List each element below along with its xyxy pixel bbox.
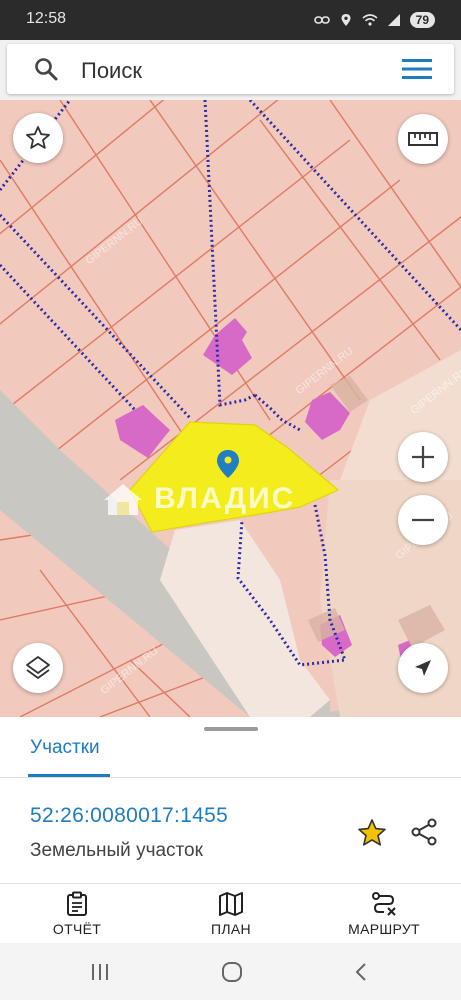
menu-icon[interactable]	[402, 58, 432, 80]
search-icon	[35, 58, 58, 81]
status-bar: 12:58 79	[0, 0, 461, 40]
zoom-in-button[interactable]	[398, 432, 448, 482]
parcel-cadastral-number[interactable]: 52:26:0080017:1455	[30, 804, 228, 828]
navigation-arrow-icon	[415, 660, 431, 676]
zoom-out-button[interactable]	[398, 495, 448, 545]
search-area: Поиск	[0, 40, 461, 100]
map-icon	[219, 892, 243, 916]
sheet-drag-handle[interactable]	[204, 727, 258, 731]
divider	[0, 777, 461, 778]
divider	[0, 883, 461, 884]
signal-icon	[387, 14, 400, 26]
status-icons: 79	[313, 9, 435, 31]
cadastral-map[interactable]: GIPERNN.RU GIPERNN.RU GIPERNN.RU GIPERNN…	[0, 100, 461, 717]
search-input[interactable]: Поиск	[7, 44, 454, 94]
ruler-icon	[408, 132, 438, 146]
building	[115, 405, 170, 458]
plan-label: ПЛАН	[211, 921, 251, 937]
report-button[interactable]: ОТЧЁТ	[22, 891, 132, 939]
home-icon[interactable]	[220, 960, 244, 984]
parcel-bottom-sheet: Участки 52:26:0080017:1455 Земельный уча…	[0, 717, 461, 943]
minus-icon	[412, 518, 434, 522]
route-button[interactable]: МАРШРУТ	[329, 891, 439, 939]
route-label: МАРШРУТ	[348, 921, 420, 937]
share-icon	[411, 818, 437, 846]
building	[203, 318, 252, 375]
ruler-button[interactable]	[398, 114, 448, 164]
locate-me-button[interactable]	[398, 643, 448, 693]
route-icon	[372, 892, 396, 916]
favorite-map-button[interactable]	[13, 113, 63, 163]
wifi-icon	[362, 14, 378, 26]
map-canvas[interactable]	[0, 100, 461, 717]
recent-apps-icon[interactable]	[88, 961, 112, 983]
status-time: 12:58	[26, 10, 67, 27]
favorite-parcel-button[interactable]	[356, 817, 388, 849]
location-icon	[341, 14, 351, 26]
share-button[interactable]	[408, 816, 440, 848]
watermark: ВЛАДИС	[100, 480, 295, 518]
search-placeholder: Поиск	[81, 58, 142, 83]
report-label: ОТЧЁТ	[52, 921, 102, 937]
plus-icon	[412, 446, 434, 468]
star-icon	[26, 126, 50, 149]
watermark-logo-icon	[104, 484, 142, 515]
watermark-text: ВЛАДИС	[154, 482, 296, 515]
battery-indicator: 79	[409, 12, 435, 28]
system-nav-bar	[0, 943, 461, 1000]
layers-button[interactable]	[13, 643, 63, 693]
neighbour-parcel	[160, 520, 330, 717]
link-icon	[313, 16, 330, 24]
back-icon[interactable]	[350, 961, 372, 983]
clipboard-icon	[67, 891, 87, 916]
star-icon	[358, 819, 386, 846]
plan-button[interactable]: ПЛАН	[176, 891, 286, 939]
layers-icon	[26, 656, 50, 679]
tab-parcels[interactable]: Участки	[30, 737, 100, 759]
parcel-type: Земельный участок	[30, 840, 203, 861]
